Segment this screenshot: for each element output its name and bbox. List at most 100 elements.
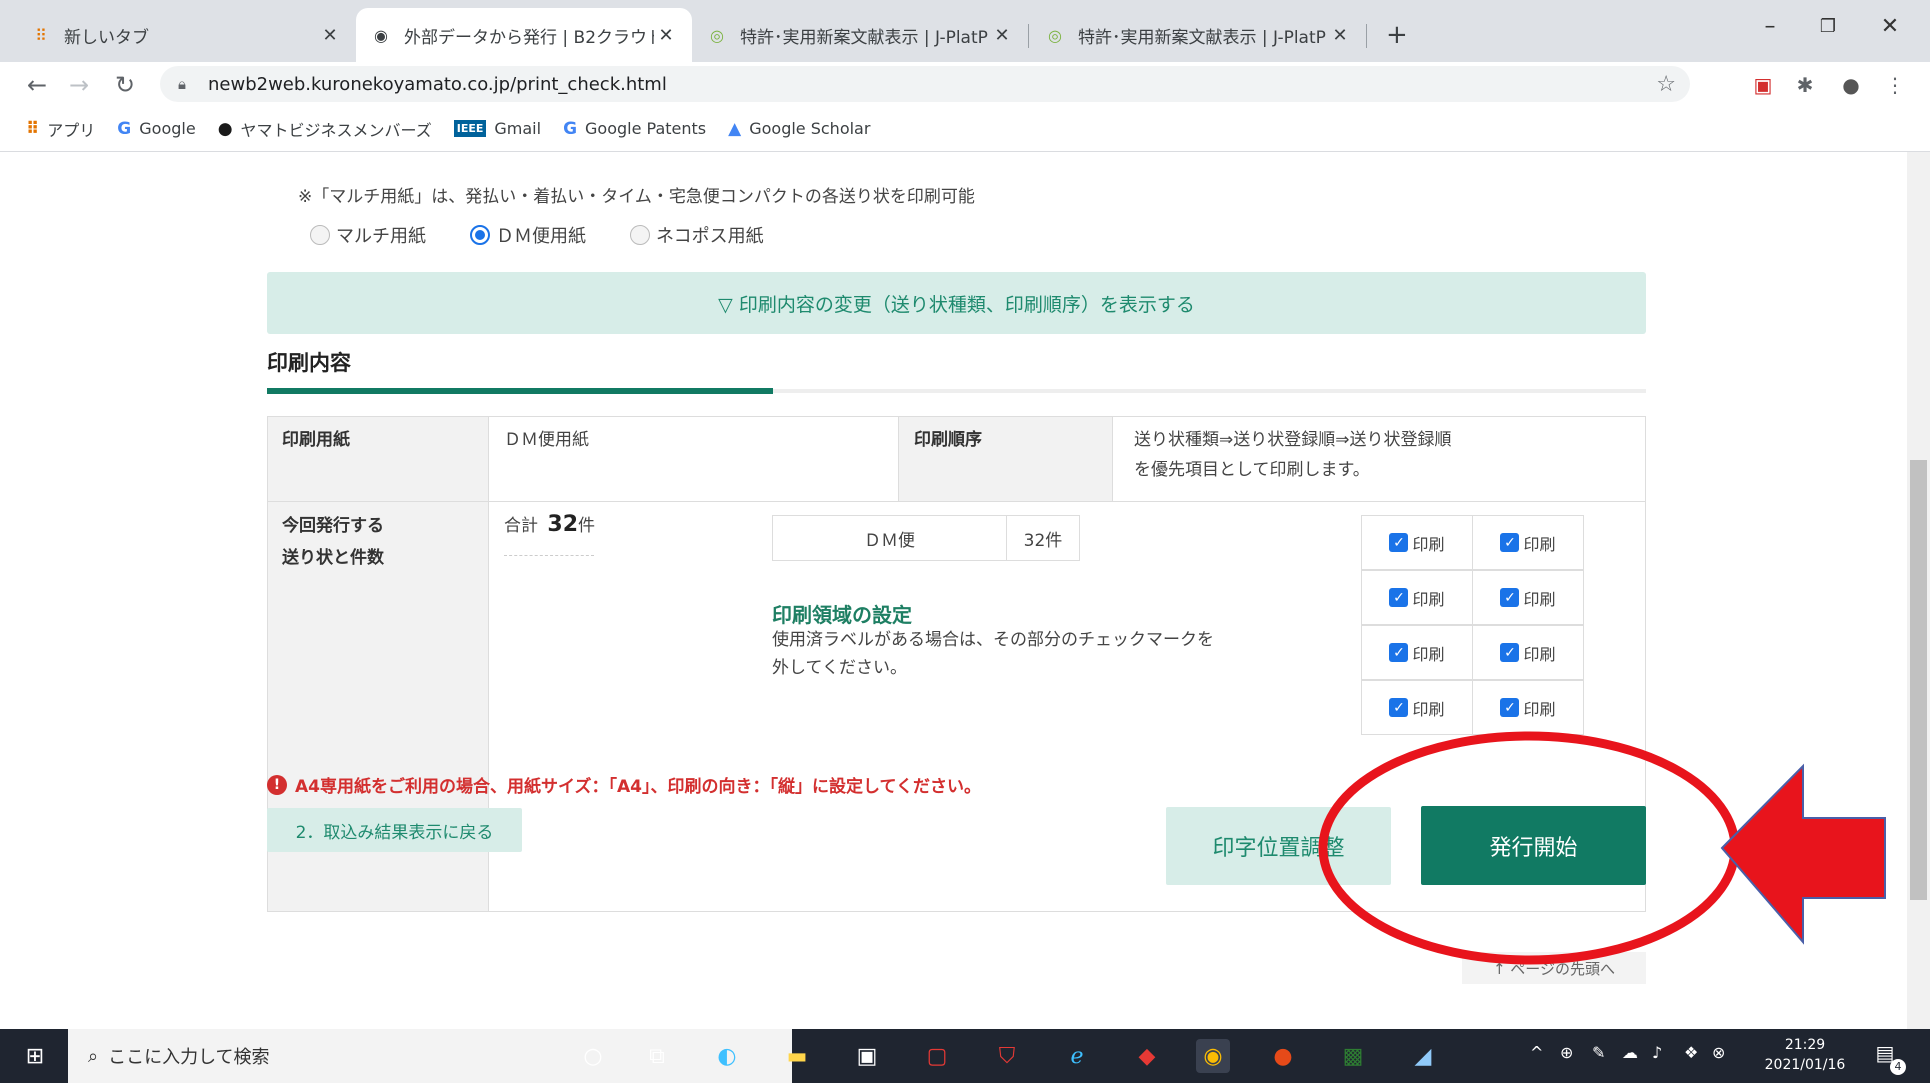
print-checkbox[interactable]: ✓ 印刷 xyxy=(1361,515,1473,570)
print-position-adjust-button[interactable]: 印字位置調整 xyxy=(1166,807,1391,885)
excel-icon[interactable]: ▩ xyxy=(1336,1039,1370,1073)
tray-pen-icon[interactable]: ✎ xyxy=(1592,1043,1605,1062)
start-issue-button[interactable]: 発行開始 xyxy=(1421,806,1646,885)
checkbox-label: 印刷 xyxy=(1412,589,1445,609)
app-icon[interactable]: ◆ xyxy=(1130,1039,1164,1073)
jplatpat-icon: ◎ xyxy=(1048,25,1062,45)
radio-multi-paper[interactable]: マルチ用紙 xyxy=(310,222,426,248)
forward-arrow-icon[interactable]: → xyxy=(62,68,96,102)
checkbox-label: 印刷 xyxy=(1523,589,1556,609)
chrome-icon[interactable]: ◉ xyxy=(1196,1039,1230,1073)
print-checkbox[interactable]: ✓ 印刷 xyxy=(1472,625,1584,680)
cortana-icon[interactable]: ○ xyxy=(576,1039,610,1073)
url-text: newb2web.kuronekoyamato.co.jp/print_chec… xyxy=(208,73,667,95)
apps-grid-icon: ⠿ xyxy=(26,118,40,139)
pocket-icon[interactable]: ▣ xyxy=(1748,70,1778,100)
checkbox-label: 印刷 xyxy=(1412,699,1445,719)
tab-jplatpat-2[interactable]: ◎ 特許･実用新案文献表示 | J-PlatP ✕ xyxy=(1030,8,1366,62)
restore-button[interactable]: ❐ xyxy=(1800,6,1856,46)
page-top-link[interactable]: ↑ ページの先頭へ xyxy=(1462,952,1646,984)
col-divider xyxy=(898,417,899,501)
tray-volume-icon[interactable]: ♪ xyxy=(1652,1043,1662,1062)
internet-explorer-icon[interactable]: ℯ xyxy=(1060,1039,1094,1073)
order-header: 印刷順序 xyxy=(914,430,982,450)
store-icon[interactable]: ▣ xyxy=(850,1039,884,1073)
tray-dropbox-icon[interactable]: ❖ xyxy=(1684,1043,1698,1062)
print-checkbox[interactable]: ✓ 印刷 xyxy=(1472,515,1584,570)
bookmark-label: Google Scholar xyxy=(749,119,871,138)
checkbox-label: 印刷 xyxy=(1412,644,1445,664)
windows-start-icon[interactable]: ⊞ xyxy=(18,1039,52,1073)
dm-count: 32件 xyxy=(1023,530,1063,551)
total-number: 32 xyxy=(547,512,579,537)
tab-separator xyxy=(1028,24,1029,48)
checkmark-icon: ✓ xyxy=(1389,533,1409,552)
paper-header: 印刷用紙 xyxy=(282,430,350,450)
tray-status-icon[interactable]: ⊗ xyxy=(1712,1043,1725,1062)
tray-chevron-icon[interactable]: ^ xyxy=(1530,1043,1543,1062)
back-arrow-icon[interactable]: ← xyxy=(20,68,54,102)
file-explorer-icon[interactable]: ▬ xyxy=(780,1039,814,1073)
menu-dots-icon[interactable]: ⋮ xyxy=(1880,70,1910,100)
bookmark-yamato[interactable]: ● ヤマトビジネスメンバーズ xyxy=(218,117,432,141)
total-prefix: 合計 xyxy=(504,516,538,536)
paper-value: ＤＭ便用紙 xyxy=(504,430,589,450)
clock-date: 2021/01/16 xyxy=(1764,1057,1846,1073)
print-checkbox[interactable]: ✓ 印刷 xyxy=(1472,680,1584,735)
bookmark-gmail[interactable]: IEEE Gmail xyxy=(453,119,541,138)
row-divider xyxy=(268,501,1645,502)
close-tab-icon[interactable]: ✕ xyxy=(990,25,1014,46)
bookmarks-bar: ⠿ アプリ G Google ● ヤマトビジネスメンバーズ IEEE Gmail… xyxy=(0,106,1930,152)
tab-b2cloud[interactable]: ◉ 外部データから発行 | B2クラウド ✕ xyxy=(356,8,692,62)
new-tab-button[interactable]: + xyxy=(1372,8,1416,62)
print-checkbox[interactable]: ✓ 印刷 xyxy=(1361,570,1473,625)
print-checkbox[interactable]: ✓ 印刷 xyxy=(1472,570,1584,625)
tab-jplatpat-1[interactable]: ◎ 特許･実用新案文献表示 | J-PlatP ✕ xyxy=(692,8,1028,62)
edge-icon[interactable]: ◐ xyxy=(710,1039,744,1073)
warning-text: A4専用紙をご利用の場合、用紙サイズ：「A4」、印刷の向き：「縦」に設定してくだ… xyxy=(295,777,981,797)
tab-new-tab[interactable]: ⠿ 新しいタブ ✕ xyxy=(16,8,356,62)
notification-badge: 4 xyxy=(1890,1059,1906,1075)
dm-row: ＤＭ便 32件 xyxy=(772,515,1080,561)
star-icon[interactable]: ☆ xyxy=(1656,72,1676,97)
bookmark-google-scholar[interactable]: ▲ Google Scholar xyxy=(728,119,870,139)
print-checkbox[interactable]: ✓ 印刷 xyxy=(1361,625,1473,680)
alert-icon: ! xyxy=(267,774,287,795)
print-area-desc-line1: 使用済ラベルがある場合は、その部分のチェックマークを xyxy=(772,630,1214,650)
minimize-button[interactable]: – xyxy=(1742,6,1798,46)
print-checkbox[interactable]: ✓ 印刷 xyxy=(1361,680,1473,735)
close-tab-icon[interactable]: ✕ xyxy=(318,25,342,46)
close-tab-icon[interactable]: ✕ xyxy=(654,25,678,46)
tray-cloud-icon[interactable]: ☁ xyxy=(1622,1043,1638,1062)
shield-icon[interactable]: ⛉ xyxy=(990,1039,1024,1073)
extensions-icon[interactable]: ✱ xyxy=(1790,70,1820,100)
close-tab-icon[interactable]: ✕ xyxy=(1328,25,1352,46)
mcafee-icon[interactable]: ▢ xyxy=(920,1039,954,1073)
tray-network-icon[interactable]: ⊕ xyxy=(1560,1043,1573,1062)
taskbar-search[interactable]: ⌕ ここに入力して検索 xyxy=(68,1029,792,1083)
address-bar[interactable]: 🔒︎ newb2web.kuronekoyamato.co.jp/print_c… xyxy=(160,66,1690,102)
close-window-button[interactable]: ✕ xyxy=(1862,6,1918,46)
powerpoint-icon[interactable]: ● xyxy=(1266,1039,1300,1073)
reload-icon[interactable]: ↻ xyxy=(108,68,142,102)
radio-nekopos-paper[interactable]: ネコポス用紙 xyxy=(630,222,764,248)
radio-label: マルチ用紙 xyxy=(336,226,426,247)
scrollbar-thumb[interactable] xyxy=(1910,460,1927,900)
app-icon-2[interactable]: ◢ xyxy=(1406,1039,1440,1073)
tab-title: 特許･実用新案文献表示 | J-PlatP xyxy=(1078,27,1326,48)
bookmark-apps[interactable]: ⠿ アプリ xyxy=(26,117,95,141)
radio-dm-paper[interactable]: ＤＭ便用紙 xyxy=(470,222,586,248)
back-to-results-button[interactable]: 2．取込み結果表示に戻る xyxy=(267,808,522,852)
radio-label: ネコポス用紙 xyxy=(656,226,764,247)
radio-circle xyxy=(310,225,330,245)
bookmark-google[interactable]: G Google xyxy=(117,119,195,139)
scholar-icon: ▲ xyxy=(728,118,742,139)
print-area-desc-line2: 外してください。 xyxy=(772,658,907,678)
avatar[interactable]: ● xyxy=(1836,70,1866,100)
task-view-icon[interactable]: ⧉ xyxy=(640,1039,674,1073)
bookmark-google-patents[interactable]: G Google Patents xyxy=(563,119,706,139)
toggle-print-settings[interactable]: ▽ 印刷内容の変更（送り状種類、印刷順序）を表示する xyxy=(267,272,1646,334)
checkmark-icon: ✓ xyxy=(1500,533,1520,552)
browser-toolbar: ← → ↻ 🔒︎ newb2web.kuronekoyamato.co.jp/p… xyxy=(0,62,1930,106)
clock[interactable]: 21:29 2021/01/16 xyxy=(1760,1035,1850,1075)
